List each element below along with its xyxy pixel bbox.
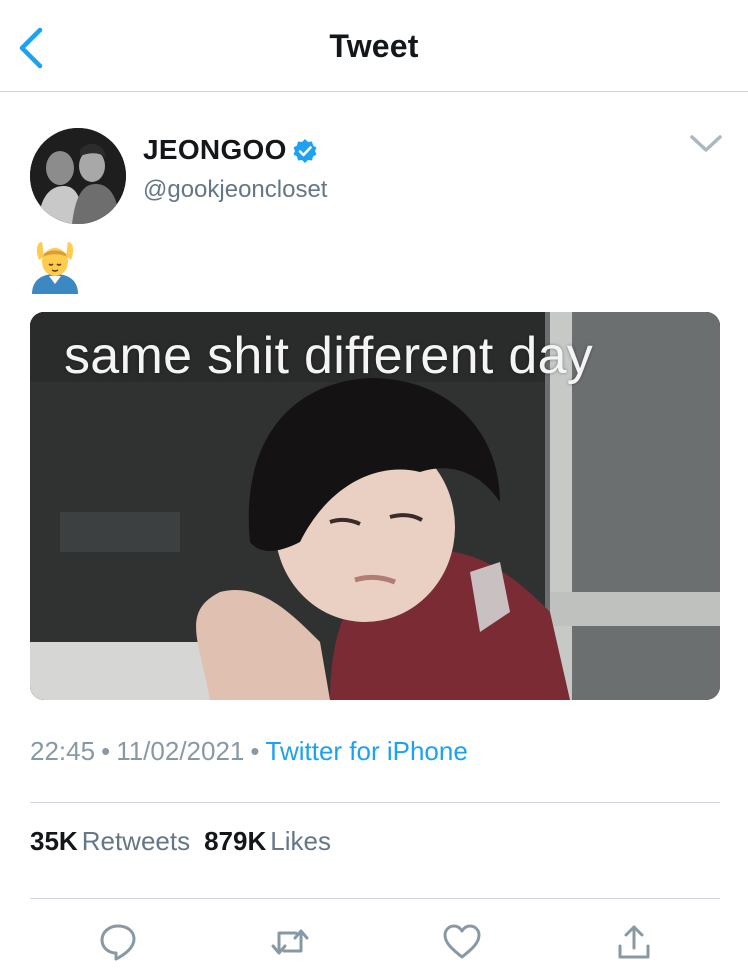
chevron-down-icon[interactable]	[688, 130, 724, 156]
divider	[30, 898, 720, 899]
heart-icon[interactable]	[442, 922, 482, 962]
separator: •	[250, 736, 260, 766]
tweet-time: 22:45	[30, 736, 96, 766]
tweet-source-link[interactable]: Twitter for iPhone	[266, 736, 468, 766]
author-name[interactable]: JEONGOO	[143, 134, 287, 166]
avatar[interactable]	[30, 128, 126, 224]
tweet-meta: 22:45 • 11/02/2021 • Twitter for iPhone	[30, 736, 468, 767]
page-title: Tweet	[329, 28, 419, 64]
share-icon[interactable]	[614, 922, 654, 962]
likes-label: Likes	[270, 826, 331, 856]
reply-icon[interactable]	[98, 922, 138, 962]
media-caption: same shit different day	[64, 327, 594, 385]
retweets-label: Retweets	[81, 826, 191, 856]
retweets-stat[interactable]: 35K Retweets	[30, 826, 190, 856]
nav-bar: Tweet	[0, 0, 748, 92]
retweets-count: 35K	[30, 826, 78, 856]
retweet-icon[interactable]	[270, 922, 310, 962]
tweet-media-image[interactable]: same shit different day	[30, 312, 720, 700]
verified-badge-icon	[293, 139, 317, 163]
divider	[30, 802, 720, 803]
likes-count: 879K	[204, 826, 267, 856]
person-getting-massage-emoji	[32, 242, 78, 294]
author-handle[interactable]: @gookjeoncloset	[143, 176, 327, 204]
separator: •	[101, 736, 111, 766]
likes-stat[interactable]: 879K Likes	[204, 826, 331, 856]
tweet-stats: 35K Retweets 879K Likes	[30, 826, 331, 857]
tweet-date: 11/02/2021	[116, 736, 245, 766]
